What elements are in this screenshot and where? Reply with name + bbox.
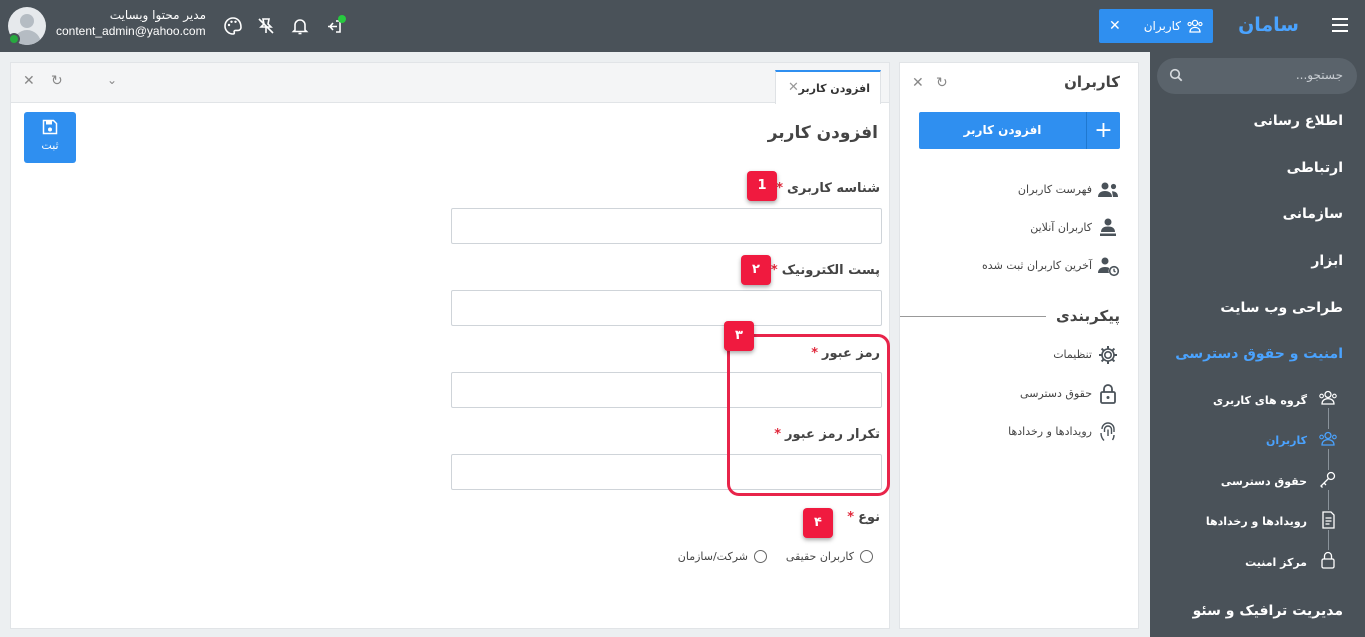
users-list-icon — [1098, 182, 1118, 197]
sidebar-item-communications[interactable]: ارتباطی — [1287, 160, 1343, 176]
sidebar-item-tools[interactable]: ابزار — [1311, 253, 1343, 269]
config-section-title: پیکربندی — [1056, 307, 1120, 325]
refresh-icon[interactable]: ↻ — [936, 75, 948, 91]
user-groups-icon — [1318, 388, 1338, 408]
save-button-label: ثبت — [41, 139, 59, 152]
type-label: نوع* — [847, 510, 880, 525]
radio-individual-label: کاربران حقیقی — [785, 550, 854, 563]
tab-add-user[interactable]: افزودن کاربر ✕ — [775, 70, 881, 104]
sidebar: جستجو... اطلاع رسانی ارتباطی سازمانی ابز… — [1150, 52, 1365, 637]
open-tab-users[interactable]: کاربران ✕ — [1099, 9, 1213, 43]
sidebar-item-organizational[interactable]: سازمانی — [1283, 206, 1343, 222]
recent-users-icon — [1098, 257, 1120, 277]
users-panel: کاربران ↻ ✕ + افزودن کاربر فهرست کاربران… — [899, 62, 1139, 629]
search-input[interactable]: جستجو... — [1157, 58, 1357, 94]
fingerprint-icon — [1100, 422, 1115, 441]
refresh-panel-icon[interactable]: ↻ — [51, 73, 63, 89]
add-user-button[interactable]: + افزودن کاربر — [919, 112, 1120, 149]
sidebar-sub-user-groups[interactable]: گروه های کاربری — [1213, 394, 1307, 407]
sidebar-sub-security-center[interactable]: مرکز امنیت — [1245, 556, 1307, 569]
events-log-icon — [1318, 510, 1338, 530]
search-placeholder: جستجو... — [1295, 68, 1343, 82]
search-icon — [1169, 68, 1183, 82]
settings-link[interactable]: تنظیمات — [1053, 348, 1092, 361]
pin-off-icon[interactable] — [256, 16, 276, 36]
user-name: مدیر محتوا وبسایت — [109, 8, 206, 22]
sidebar-sub-events[interactable]: رویدادها و رخدادها — [1206, 515, 1307, 528]
brand-logo[interactable]: سامان — [1238, 14, 1299, 36]
step-badge-4: ۴ — [803, 508, 833, 538]
radio-individual[interactable]: کاربران حقیقی — [786, 550, 873, 563]
step-badge-3: ۳ — [724, 321, 754, 351]
sidebar-sub-access-rights[interactable]: حقوق دسترسی — [1221, 475, 1307, 488]
floppy-disk-icon — [42, 119, 58, 135]
close-tab-icon[interactable]: ✕ — [788, 80, 799, 95]
users-group-icon — [1187, 19, 1203, 33]
recent-users-link[interactable]: آخرین کاربران ثبت شده — [982, 259, 1092, 272]
save-button[interactable]: ثبت — [24, 112, 76, 163]
section-divider — [900, 316, 1046, 317]
notification-dot — [338, 15, 346, 23]
sidebar-item-security[interactable]: امنیت و حقوق دسترسی — [1175, 346, 1343, 362]
top-bar: سامان کاربران ✕ مدیر محتوا وبسایت conten… — [0, 0, 1365, 52]
hamburger-menu-icon[interactable] — [1332, 18, 1348, 32]
events-link[interactable]: رویدادها و رخدادها — [1008, 425, 1092, 438]
sidebar-item-web-design[interactable]: طراحی وب سایت — [1220, 300, 1343, 316]
sidebar-item-notifications[interactable]: اطلاع رسانی — [1253, 113, 1343, 129]
plus-icon: + — [1086, 112, 1120, 149]
users-panel-title: کاربران — [1064, 73, 1120, 91]
close-panel-icon[interactable]: ✕ — [23, 73, 35, 89]
user-email: content_admin@yahoo.com — [56, 24, 206, 38]
users-list-link[interactable]: فهرست کاربران — [1018, 183, 1092, 196]
add-user-button-label: افزودن کاربر — [963, 123, 1042, 137]
username-label: شناسه کاربری* — [776, 181, 880, 196]
lock-icon — [1318, 550, 1338, 570]
step-badge-1: 1 — [747, 171, 777, 201]
close-icon[interactable]: ✕ — [912, 75, 924, 91]
email-field[interactable] — [451, 290, 882, 326]
radio-company-circle[interactable] — [754, 550, 767, 563]
email-label: پست الکترونیک* — [770, 263, 880, 278]
online-status-dot — [8, 33, 20, 45]
palette-icon[interactable] — [223, 16, 243, 36]
access-rights-link[interactable]: حقوق دسترسی — [1020, 387, 1092, 400]
bell-icon[interactable] — [290, 16, 310, 36]
page-title: افزودن کاربر — [767, 123, 878, 143]
step-badge-2: ۲ — [741, 255, 771, 285]
radio-company-label: شرکت/سازمان — [677, 550, 748, 563]
padlock-icon — [1100, 384, 1116, 404]
sidebar-item-traffic-seo[interactable]: مدیریت ترافیک و سئو — [1193, 603, 1343, 619]
radio-company[interactable]: شرکت/سازمان — [678, 550, 767, 563]
add-user-form-panel: ✕ ↻ ⌄ افزودن کاربر ✕ ثبت افزودن کاربر شن… — [10, 62, 890, 629]
close-tab-icon[interactable]: ✕ — [1109, 18, 1121, 34]
password-highlight-box — [727, 334, 890, 496]
tab-add-user-label: افزودن کاربر — [798, 82, 870, 95]
chevron-down-icon[interactable]: ⌄ — [107, 73, 117, 87]
key-icon — [1318, 470, 1338, 490]
users-icon — [1318, 429, 1338, 449]
sidebar-sub-users[interactable]: کاربران — [1266, 434, 1307, 447]
gear-icon — [1099, 346, 1117, 364]
radio-individual-circle[interactable] — [860, 550, 873, 563]
tab-strip: ✕ ↻ ⌄ افزودن کاربر ✕ — [11, 63, 889, 104]
online-users-icon — [1100, 218, 1116, 236]
open-tab-label: کاربران — [1143, 19, 1181, 33]
online-users-link[interactable]: کاربران آنلاین — [1030, 221, 1092, 234]
username-field[interactable] — [451, 208, 882, 244]
